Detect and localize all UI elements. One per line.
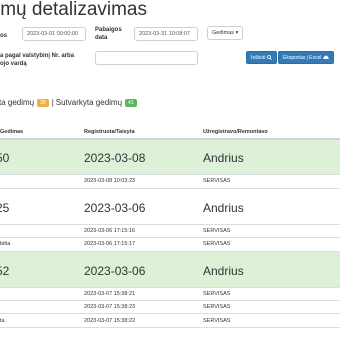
caret-down-icon: ▾ [235, 30, 239, 36]
registered-date: 2023-03-06 [84, 264, 146, 278]
type-select[interactable]: Gedimas ▾ [207, 26, 244, 40]
column-header-registered: Registruota/Taisyta [84, 129, 135, 135]
subrow-registrar: SERVISAS [203, 304, 231, 310]
legend-text-pending: ta gedimų [0, 98, 35, 107]
subrow-timestamp: 2023-03-07 15:38:23 [84, 304, 136, 310]
date-to-input[interactable]: 2023-03-31 10:08:07 [134, 27, 198, 41]
subrow-fault: bitta [0, 241, 11, 247]
registrar-name: Andrius [203, 151, 244, 165]
subrow-fault: ta [0, 318, 5, 324]
table-row[interactable] [0, 140, 340, 174]
table-row[interactable] [0, 252, 340, 287]
subrow-registrar: SERVISAS [203, 318, 231, 324]
fault-id: 25 [0, 201, 10, 215]
subrow-timestamp: 2023-03-06 17:15:16 [84, 228, 136, 234]
export-button-label: Eksportas į Excel [283, 55, 322, 61]
registered-date: 2023-03-06 [84, 201, 146, 215]
date-from-input[interactable]: 2023-03-01 00:00:00 [22, 27, 86, 41]
subrow-registrar: SERVISAS [203, 291, 231, 297]
cloud-upload-icon [323, 55, 329, 60]
registrar-name: Andrius [203, 264, 244, 278]
row-divider [0, 327, 340, 328]
page-title: imų detalizavimas [0, 0, 147, 20]
row-divider [0, 174, 340, 175]
row-divider [0, 313, 340, 314]
row-divider [0, 300, 340, 301]
subrow-timestamp: 2023-03-06 17:15:17 [84, 241, 136, 247]
column-header-registrar: Užregistravo/Remontavo [203, 129, 268, 135]
export-excel-button[interactable]: Eksportas į Excel [278, 51, 334, 64]
status-legend: ta gedimų 26 | Sutvarkyta gedimų 41 [0, 98, 140, 107]
subrow-timestamp: 2023-03-08 10:03:23 [84, 178, 136, 184]
search-button-label: Ieškoti [251, 55, 266, 61]
subrow-registrar: SERVISAS [203, 241, 231, 247]
row-divider [0, 224, 340, 225]
subrow-registrar: SERVISAS [203, 178, 231, 184]
fixed-count-badge: 41 [125, 98, 137, 107]
search-input[interactable] [95, 51, 198, 65]
date-to-label: Pabaigos data [95, 27, 122, 41]
date-from-label: os [0, 33, 8, 39]
legend-text-fixed: Sutvarkyta gedimų [55, 98, 123, 107]
search-label: a pagal valstybinį Nr. arba ojo vardą [0, 53, 75, 67]
fault-id: 50 [0, 151, 10, 165]
type-select-label: Gedimas [212, 30, 235, 36]
subrow-timestamp: 2023-03-07 15:38:22 [84, 318, 136, 324]
registered-date: 2023-03-08 [84, 151, 146, 165]
registrar-name: Andrius [203, 201, 244, 215]
subrow-timestamp: 2023-03-07 15:38:21 [84, 291, 136, 297]
pending-count-badge: 26 [37, 98, 49, 107]
subrow-registrar: SERVISAS [203, 228, 231, 234]
column-header-fault: Gedimas [0, 129, 24, 135]
row-divider [0, 188, 340, 189]
row-divider [0, 237, 340, 238]
legend-separator: | [51, 98, 54, 107]
row-divider [0, 287, 340, 288]
fault-id: 52 [0, 264, 10, 278]
search-icon [266, 55, 272, 61]
search-button[interactable]: Ieškoti [246, 51, 277, 64]
